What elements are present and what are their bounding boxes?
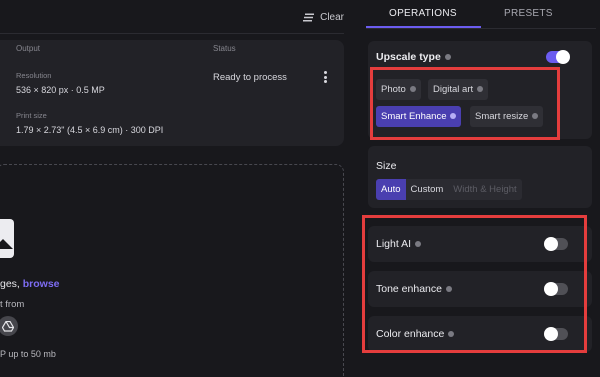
info-icon[interactable] [415, 241, 422, 248]
size-title: Size [376, 160, 397, 172]
option-smart-resize[interactable]: Smart resize [470, 106, 544, 127]
info-icon[interactable] [409, 86, 416, 93]
upload-limit-text: P up to 50 mb [0, 349, 56, 359]
column-header-output: Output [16, 44, 41, 53]
tab-presets[interactable]: PRESETS [504, 8, 553, 19]
files-area: Clear Output Status Resolution 536 × 820… [0, 0, 344, 377]
tone-enhance-title: Tone enhance [376, 283, 452, 295]
tab-operations[interactable]: OPERATIONS [389, 8, 457, 19]
light-ai-row: Light AI [368, 226, 592, 262]
option-label: Smart resize [475, 111, 529, 122]
resolution-label: Resolution [16, 71, 52, 80]
drop-instructions: ges, browse [0, 278, 60, 290]
divider [0, 33, 344, 34]
info-icon[interactable] [477, 86, 484, 93]
size-option-auto[interactable]: Auto [376, 179, 406, 200]
color-enhance-row: Color enhance [368, 316, 592, 352]
print-size-label: Print size [16, 111, 47, 120]
upscale-type-title: Upscale type [376, 51, 451, 63]
print-size-value: 1.79 × 2.73" (4.5 × 6.9 cm) · 300 DPI [16, 125, 164, 135]
clear-label: Clear [320, 11, 344, 23]
clear-button[interactable]: Clear [302, 9, 344, 25]
color-enhance-toggle[interactable] [544, 327, 568, 341]
more-options-icon[interactable] [318, 69, 332, 85]
info-icon[interactable] [445, 286, 452, 293]
file-card: Output Status Resolution 536 × 820 px · … [0, 40, 344, 146]
drop-zone[interactable] [0, 164, 344, 377]
option-digital-art[interactable]: Digital art [428, 79, 489, 100]
column-header-status: Status [213, 44, 236, 53]
option-smart-enhance[interactable]: Smart Enhance [376, 106, 462, 127]
clear-icon [303, 12, 315, 22]
status-text: Ready to process [213, 72, 287, 83]
info-icon[interactable] [450, 113, 457, 120]
size-option-custom[interactable]: Custom [406, 179, 449, 200]
light-ai-label: Light AI [376, 238, 412, 250]
upscale-type-label: Upscale type [376, 51, 441, 63]
upscale-toggle[interactable] [546, 50, 570, 64]
info-icon[interactable] [444, 54, 451, 61]
light-ai-title: Light AI [376, 238, 422, 250]
info-icon[interactable] [448, 331, 455, 338]
drop-text-prefix: ges, [0, 278, 23, 290]
light-ai-toggle[interactable] [544, 237, 568, 251]
option-label: Smart Enhance [381, 111, 447, 122]
resolution-value: 536 × 820 px · 0.5 MP [16, 85, 105, 95]
divider [366, 28, 596, 29]
tab-bar: OPERATIONS PRESETS [366, 0, 596, 28]
tone-enhance-label: Tone enhance [376, 283, 442, 295]
tone-enhance-toggle[interactable] [544, 282, 568, 296]
upscale-type-section: Upscale type Photo Digital art Smart Enh… [368, 41, 592, 139]
color-enhance-label: Color enhance [376, 328, 445, 340]
upload-icon [0, 219, 14, 258]
size-selector: Auto Custom Width & Height [376, 179, 522, 200]
size-option-width-height: Width & Height [453, 184, 517, 195]
settings-panel: OPERATIONS PRESETS Upscale type Photo Di… [352, 0, 600, 377]
color-enhance-title: Color enhance [376, 328, 455, 340]
size-section: Size Auto Custom Width & Height [368, 146, 592, 208]
info-icon[interactable] [532, 113, 539, 120]
option-label: Photo [381, 84, 406, 95]
option-label: Digital art [433, 84, 474, 95]
browse-link[interactable]: browse [23, 278, 60, 290]
import-text: t from [0, 299, 25, 310]
option-photo[interactable]: Photo [376, 79, 421, 100]
tone-enhance-row: Tone enhance [368, 271, 592, 307]
